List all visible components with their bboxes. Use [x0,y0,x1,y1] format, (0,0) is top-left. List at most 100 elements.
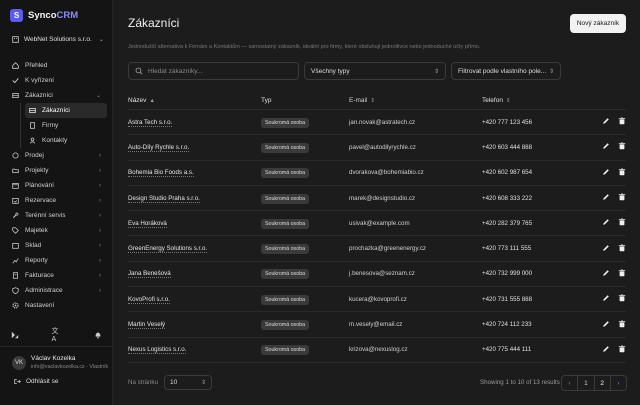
sidebar-item-rezervace[interactable]: Rezervace › [6,193,107,208]
table-row[interactable]: Eva Horáková Soukromá osoba usivak@example… [128,211,626,237]
trash-icon[interactable] [618,269,626,279]
trash-icon[interactable] [618,218,626,228]
prev-page-button[interactable]: ‹ [562,376,579,390]
logout-button[interactable]: Odhlásit se [14,378,59,385]
sort-icon: ⇕ [505,97,511,104]
sidebar-item-projekty[interactable]: Projekty › [6,163,107,178]
cell-email: prochazka@greenenergy.cz [349,245,427,253]
customer-name-link[interactable]: Jana Benešová [128,270,171,279]
cell-name: KovoProfi s.r.o. [128,295,261,304]
sidebar-item-label: Přehled [25,62,48,69]
type-filter-select[interactable]: Všechny typy ⇕ [304,62,446,80]
sidebar-item-majetek[interactable]: Majetek › [6,223,107,238]
sidebar-item-vyrizeni[interactable]: K vyřízení [6,73,107,88]
column-header-phone[interactable]: Telefon ⇕ [482,97,592,104]
sidebar-item-label: Rezervace [25,197,57,204]
customer-name-link[interactable]: Bohemia Bio Foods a.s. [128,169,194,178]
layout-icon[interactable] [10,330,19,339]
sidebar-item-reporty[interactable]: Reporty › [6,253,107,268]
chevron-right-icon: › [99,242,101,249]
sidebar-item-label: Plánování [25,182,54,189]
trash-icon[interactable] [618,345,626,355]
cell-name: Auto-Díly Rychle s.r.o. [128,143,261,152]
trash-icon[interactable] [618,117,626,127]
sidebar-item-prehled[interactable]: Přehled [6,58,107,73]
table-body: Astra Tech s.r.o. Soukromá osoba jan.novak… [128,110,626,363]
edit-icon[interactable] [602,244,610,254]
trash-icon[interactable] [618,244,626,254]
sidebar-subitem-kontakty[interactable]: Kontakty [25,133,107,148]
trash-icon[interactable] [618,294,626,304]
customer-name-link[interactable]: Martin Veselý [128,321,166,330]
page-description: Jednodušší alternativa k Firmám a Kontak… [128,44,481,50]
trash-icon[interactable] [618,168,626,178]
table-row[interactable]: Jana Benešová Soukromá osoba j.benesova@se… [128,262,626,288]
page-2-button[interactable]: 2 [595,376,611,390]
table-row[interactable]: Auto-Díly Rychle s.r.o. Soukromá osoba pav… [128,135,626,161]
customer-name-link[interactable]: Design Studio Praha s.r.o. [128,194,200,203]
next-page-button[interactable]: › [611,376,626,390]
bell-icon[interactable] [93,330,102,339]
sidebar-subitem-firmy[interactable]: Firmy [25,118,107,133]
edit-icon[interactable] [602,168,610,178]
cell-email: jan.novak@astratech.cz [349,118,416,126]
user-profile[interactable]: VK Václav Kozelka info@vaclavkozelka.cz … [12,355,108,370]
edit-icon[interactable] [602,142,610,152]
customer-name-link[interactable]: Nexus Logistics s.r.o. [128,346,187,355]
column-header-type[interactable]: Typ [261,97,349,104]
trash-icon[interactable] [618,319,626,330]
customer-name-link[interactable]: Auto-Díly Rychle s.r.o. [128,143,190,152]
sidebar-item-administrace[interactable]: Administrace › [6,283,107,298]
org-switcher[interactable]: WebNet Solutions s.r.o. ⌄ [12,36,104,43]
trash-icon[interactable] [618,142,626,152]
sidebar-item-sklad[interactable]: Sklad › [6,238,107,253]
customer-name-link[interactable]: GreenEnergy Solutions s.r.o. [128,245,208,254]
column-header-email[interactable]: E-mail ⇕ [349,97,482,104]
page-buttons: ‹ 1 2 › [561,375,627,391]
table-row[interactable]: Design Studio Praha s.r.o. Soukromá osoba… [128,186,626,212]
edit-icon[interactable] [602,218,610,228]
type-badge: Soukromá osoba [261,168,310,179]
sidebar-item-nastaveni[interactable]: Nastavení [6,298,107,313]
table-row[interactable]: GreenEnergy Solutions s.r.o. Soukromá oso… [128,236,626,262]
custom-field-filter-select[interactable]: Filtrovat podle vlastního pole... ⇕ [451,62,561,80]
new-customer-button[interactable]: Nový zákazník [570,14,626,33]
per-page-select[interactable]: 10 ⇕ [164,375,212,390]
type-badge: Soukromá osoba [261,269,310,280]
page-1-button[interactable]: 1 [578,376,595,390]
table-row[interactable]: Bohemia Bio Foods a.s. Soukromá osoba dvor… [128,161,626,186]
sidebar-item-fakturace[interactable]: Fakturace › [6,268,107,283]
pagination: Na stránku 10 ⇕ Showing 1 to 10 of 13 re… [128,375,627,391]
sidebar-subitem-zakaznici[interactable]: Zákazníci [25,103,107,118]
sidebar-item-terenni[interactable]: Terénní servis › [6,208,107,223]
edit-icon[interactable] [602,345,610,355]
chevron-right-icon: › [99,167,101,174]
search-input[interactable]: Hledat zákazníky... [128,62,299,80]
sidebar-item-label: Sklad [25,242,42,249]
customer-name-link[interactable]: KovoProfi s.r.o. [128,295,170,304]
chevron-right-icon: › [99,272,101,279]
sidebar-item-zakaznici[interactable]: Zákazníci ⌄ [6,88,107,103]
table-row[interactable]: KovoProfi s.r.o. Soukromá osoba kucera@kov… [128,287,626,313]
edit-icon[interactable] [602,320,610,330]
table-row[interactable]: Martin Veselý Soukromá osoba m.vesely@emai… [128,312,626,338]
type-badge: Soukromá osoba [261,218,310,229]
trash-icon[interactable] [618,193,626,203]
language-icon[interactable]: 文A [52,328,61,343]
cell-email: kucera@kovoprofi.cz [349,295,407,303]
table-row[interactable]: Astra Tech s.r.o. Soukromá osoba jan.novak… [128,110,626,136]
table-row[interactable]: Nexus Logistics s.r.o. Soukromá osoba kriz… [128,338,626,363]
cell-email: marek@designstudio.cz [349,194,416,202]
edit-icon[interactable] [602,117,610,127]
avatar: VK [12,355,26,370]
edit-icon[interactable] [602,269,610,279]
brand[interactable]: S SyncoCRM [10,9,78,22]
column-header-name[interactable]: Název ▲ [128,97,261,104]
customer-name-link[interactable]: Eva Horáková [128,219,167,228]
sidebar-item-prodej[interactable]: Prodej › [6,148,107,163]
cell-type: Soukromá osoba [261,117,349,128]
edit-icon[interactable] [602,294,610,304]
customer-name-link[interactable]: Astra Tech s.r.o. [128,118,173,127]
sidebar-item-planovani[interactable]: Plánování › [6,178,107,193]
edit-icon[interactable] [602,193,610,203]
